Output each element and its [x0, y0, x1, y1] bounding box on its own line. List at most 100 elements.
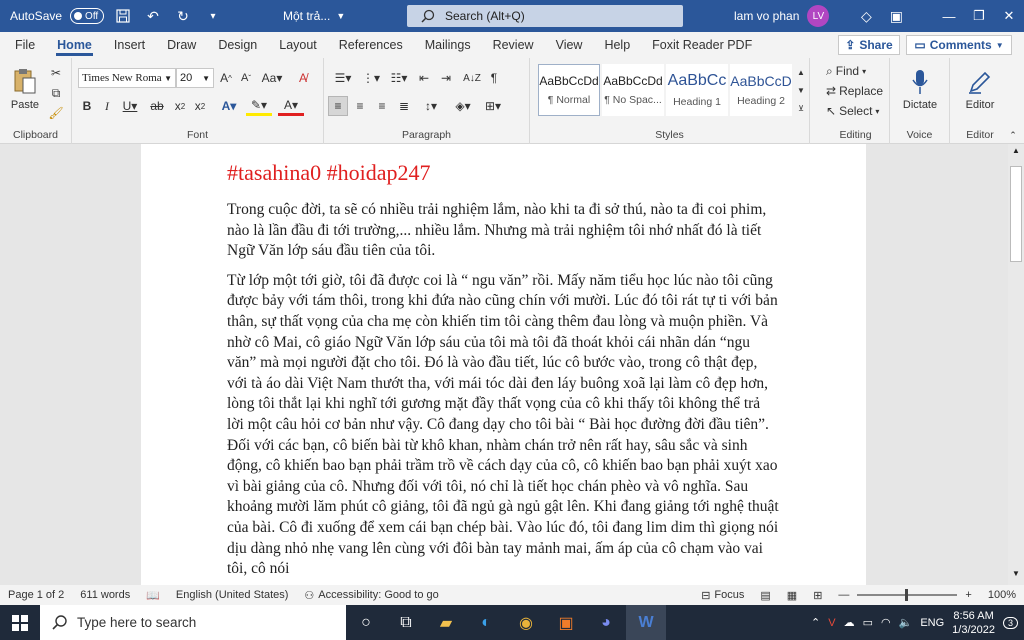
clock[interactable]: 8:56 AM 1/3/2022 — [952, 609, 995, 637]
undo-icon[interactable]: ↶ — [142, 5, 164, 27]
tab-home[interactable]: Home — [46, 32, 103, 58]
select-button[interactable]: ↖ Select ▾ — [826, 102, 888, 120]
document-page[interactable]: #tasahina0 #hoidap247 Trong cuộc đời, ta… — [141, 144, 866, 585]
justify-icon[interactable]: ≣ — [394, 96, 414, 116]
find-button[interactable]: ⌕ Find ▾ — [826, 62, 888, 80]
editor-button[interactable]: Editor — [954, 62, 1006, 118]
replace-button[interactable]: ⇄ Replace — [826, 82, 888, 100]
cut-icon[interactable]: ✂ — [46, 64, 66, 82]
styles-scroll-up-icon[interactable]: ▲ — [794, 64, 808, 80]
focus-button[interactable]: ⊟ Focus — [693, 589, 752, 602]
format-painter-icon[interactable]: 🖌 — [46, 104, 66, 122]
ribbon-display-icon[interactable]: ▣ — [885, 5, 907, 27]
tab-design[interactable]: Design — [207, 32, 268, 58]
restore-icon[interactable]: ❐ — [964, 0, 994, 32]
font-size-select[interactable]: 20 ▼ — [176, 68, 214, 88]
notifications-icon[interactable]: 3 — [1002, 616, 1018, 629]
autosave-toggle[interactable]: Off — [70, 8, 105, 24]
collapse-ribbon-icon[interactable]: ⌃ — [1006, 128, 1020, 142]
zoom-in-icon[interactable]: + — [957, 589, 979, 601]
change-case-icon[interactable]: Aa▾ — [258, 68, 286, 88]
tab-layout[interactable]: Layout — [268, 32, 328, 58]
paste-button[interactable]: Paste — [6, 62, 44, 116]
grow-font-icon[interactable]: A ^ — [216, 68, 236, 88]
windows-start-icon[interactable] — [0, 605, 40, 640]
scroll-down-icon[interactable]: ▼ — [1008, 569, 1024, 583]
style-heading-1[interactable]: AaBbCc Heading 1 — [666, 64, 728, 116]
align-right-icon[interactable]: ≡ — [372, 96, 392, 116]
bold-icon[interactable]: B — [78, 96, 96, 116]
customize-quick-access-icon[interactable]: ▾ — [202, 5, 224, 27]
cloud-icon[interactable]: ☁ — [844, 616, 855, 629]
zoom-slider-thumb[interactable] — [905, 589, 909, 601]
task-view-icon[interactable]: ⧉ — [386, 605, 426, 640]
edge-icon[interactable]: ◐ — [466, 605, 506, 640]
zoom-slider[interactable] — [857, 589, 958, 601]
style-normal[interactable]: AaBbCcDd ¶ Normal — [538, 64, 600, 116]
word-icon[interactable]: W — [626, 605, 666, 640]
discord-icon[interactable]: ◕ — [586, 605, 626, 640]
tab-view[interactable]: View — [545, 32, 594, 58]
decrease-indent-icon[interactable]: ⇤ — [414, 68, 434, 88]
document-title[interactable]: Một trả... ▼ — [283, 0, 345, 32]
print-layout-icon[interactable]: ▦ — [779, 589, 805, 602]
tab-file[interactable]: File — [4, 32, 46, 58]
strikethrough-icon[interactable]: ab — [146, 96, 168, 116]
numbering-icon[interactable]: ⋮▾ — [358, 68, 384, 88]
volume-icon[interactable]: 🔈 — [899, 616, 913, 629]
dictate-button[interactable]: Dictate — [894, 62, 946, 118]
shading-icon[interactable]: ◈▾ — [450, 96, 476, 116]
vertical-scrollbar[interactable]: ▲ ▼ — [1008, 144, 1024, 585]
chrome-icon[interactable]: ◉ — [506, 605, 546, 640]
share-button[interactable]: ⇪ Share — [838, 35, 900, 55]
superscript-icon[interactable]: x2 — [190, 96, 210, 116]
close-icon[interactable]: ✕ — [994, 0, 1024, 32]
input-language[interactable]: ENG — [920, 617, 944, 629]
increase-indent-icon[interactable]: ⇥ — [436, 68, 456, 88]
style-no-spacing[interactable]: AaBbCcDd ¶ No Spac... — [602, 64, 664, 116]
font-color-icon[interactable]: A▾ — [278, 96, 304, 116]
shrink-font-icon[interactable]: Aˇ — [236, 68, 256, 88]
search-box[interactable]: Search (Alt+Q) — [407, 5, 683, 27]
clear-formatting-icon[interactable]: A̸ — [292, 68, 314, 88]
network-icon[interactable]: ▭ — [863, 616, 873, 629]
minimize-icon[interactable]: — — [934, 0, 964, 32]
styles-more-icon[interactable]: ⊻ — [794, 100, 808, 116]
font-name-select[interactable]: Times New Roma ▼ — [78, 68, 176, 88]
italic-icon[interactable]: I — [98, 96, 116, 116]
save-icon[interactable] — [112, 5, 134, 27]
app-icon[interactable]: ▣ — [546, 605, 586, 640]
tab-mailings[interactable]: Mailings — [414, 32, 482, 58]
line-spacing-icon[interactable]: ↕▾ — [418, 96, 444, 116]
chevron-up-icon[interactable]: ⌃ — [811, 616, 820, 629]
taskbar-search[interactable]: Type here to search — [40, 605, 346, 640]
file-explorer-icon[interactable]: ▰ — [426, 605, 466, 640]
show-marks-icon[interactable]: ¶ — [484, 68, 504, 88]
zoom-level[interactable]: 100% — [980, 589, 1024, 601]
read-mode-icon[interactable]: ▤ — [752, 589, 778, 602]
highlight-icon[interactable]: ✎▾ — [246, 96, 272, 116]
align-center-icon[interactable]: ≡ — [350, 96, 370, 116]
cortana-icon[interactable]: ○ — [346, 605, 386, 640]
accessibility-status[interactable]: ⚇ Accessibility: Good to go — [296, 589, 446, 602]
language[interactable]: English (United States) — [168, 589, 297, 601]
page-count[interactable]: Page 1 of 2 — [0, 589, 72, 601]
align-left-icon[interactable]: ≡ — [328, 96, 348, 116]
text-effects-icon[interactable]: A▾ — [216, 96, 242, 116]
word-count[interactable]: 611 words — [72, 589, 138, 601]
zoom-out-icon[interactable]: — — [830, 589, 857, 601]
copy-icon[interactable]: ⧉ — [46, 84, 66, 102]
bullets-icon[interactable]: ☰▾ — [330, 68, 356, 88]
diamond-icon[interactable]: ◇ — [855, 5, 877, 27]
sort-icon[interactable]: A↓Z — [462, 68, 482, 88]
foxit-tray-icon[interactable]: V — [828, 617, 835, 629]
comments-button[interactable]: ▭ Comments ▼ — [906, 35, 1012, 55]
wifi-icon[interactable]: ◠ — [881, 616, 891, 629]
style-heading-2[interactable]: AaBbCcD Heading 2 — [730, 64, 792, 116]
borders-icon[interactable]: ⊞▾ — [480, 96, 506, 116]
tab-help[interactable]: Help — [593, 32, 641, 58]
tab-review[interactable]: Review — [482, 32, 545, 58]
avatar[interactable]: LV — [807, 5, 830, 27]
scroll-up-icon[interactable]: ▲ — [1008, 146, 1024, 160]
tab-draw[interactable]: Draw — [156, 32, 207, 58]
